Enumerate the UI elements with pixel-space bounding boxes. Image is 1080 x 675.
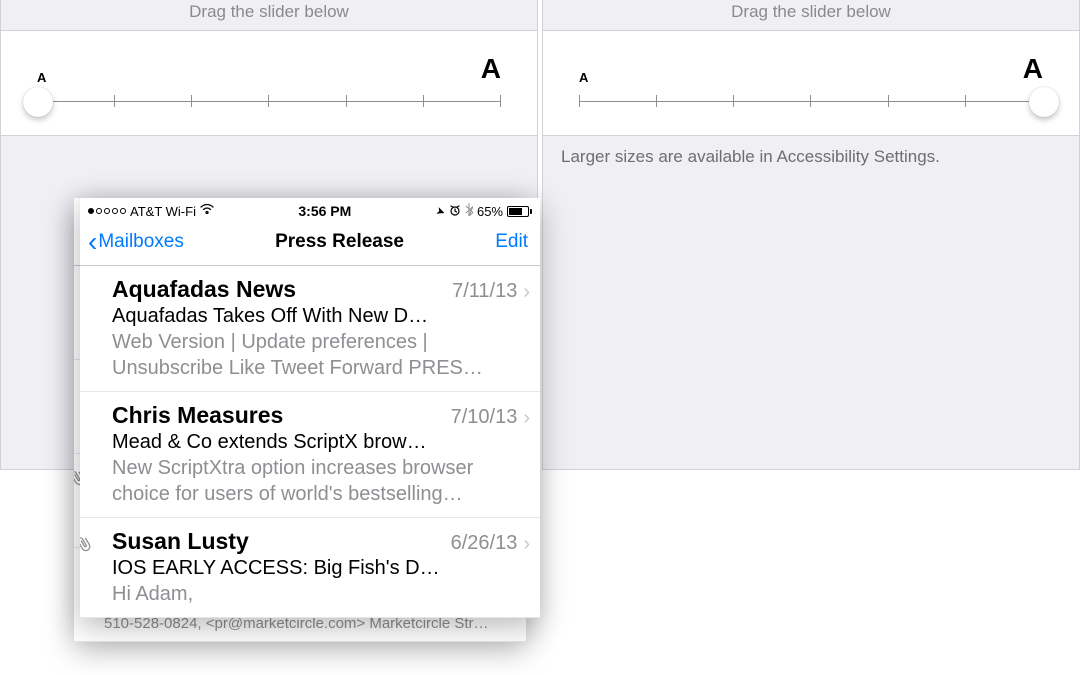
battery-percent: 65% bbox=[477, 204, 503, 219]
mail-sender: Chris Measures bbox=[112, 402, 283, 429]
status-time: 3:56 PM bbox=[298, 203, 351, 219]
mail-preview: New ScriptXtra option increases browser … bbox=[112, 455, 530, 507]
status-bar: AT&T Wi-Fi 3:56 PM ➤ 65% bbox=[80, 198, 540, 221]
attachment-gutter bbox=[86, 528, 112, 607]
slider-label-large: A bbox=[1023, 53, 1043, 85]
accessibility-note: Larger sizes are available in Accessibil… bbox=[543, 136, 1079, 173]
nav-bar: ‹ Mailboxes Press Release Edit bbox=[80, 221, 540, 266]
mail-subject: IOS EARLY ACCESS: Big Fish's D… bbox=[112, 555, 530, 581]
mail-list[interactable]: Aquafadas News7/11/13›Aquafadas Takes Of… bbox=[80, 266, 540, 618]
carrier-label: AT&T Wi-Fi bbox=[130, 204, 196, 219]
settings-instruction: Drag the slider below bbox=[543, 0, 1079, 30]
slider-label-small: A bbox=[579, 70, 588, 85]
settings-instruction: Drag the slider below bbox=[1, 0, 537, 30]
alarm-icon bbox=[449, 204, 461, 219]
chevron-left-icon: ‹ bbox=[88, 232, 97, 252]
text-size-settings-panel: Drag the slider below A A Larger sizes a… bbox=[542, 0, 1080, 470]
chevron-right-icon: › bbox=[523, 282, 530, 302]
text-size-slider-container: A A bbox=[1, 30, 537, 136]
mail-preview: Web Version | Update preferences | Unsub… bbox=[112, 329, 530, 381]
text-size-slider[interactable] bbox=[579, 87, 1043, 117]
mail-app-large-text: AT&T Wi-Fi 3:56 PM ➤ 65% bbox=[80, 198, 540, 618]
attachment-gutter bbox=[86, 276, 112, 381]
mail-preview: Hi Adam, bbox=[112, 581, 530, 607]
attachment-gutter bbox=[86, 402, 112, 507]
mail-subject: Mead & Co extends ScriptX brow… bbox=[112, 429, 530, 455]
mail-date: 6/26/13 bbox=[451, 532, 518, 555]
mail-date: 7/11/13 bbox=[452, 280, 517, 303]
mail-row[interactable]: Aquafadas News 7/11/13 ›Aquafadas Takes Of… bbox=[80, 266, 540, 392]
mail-sender: Aquafadas News bbox=[112, 276, 296, 303]
slider-label-large: A bbox=[481, 53, 501, 85]
mail-date: 7/10/13 bbox=[451, 406, 518, 429]
mail-row[interactable]: Susan Lusty 6/26/13›IOS EARLY ACCESS: Big… bbox=[80, 518, 540, 618]
location-icon: ➤ bbox=[434, 203, 447, 218]
signal-strength-icon bbox=[88, 208, 126, 214]
back-button[interactable]: ‹ Mailboxes bbox=[88, 231, 184, 253]
battery-icon bbox=[507, 206, 532, 217]
edit-button[interactable]: Edit bbox=[495, 231, 528, 253]
slider-knob[interactable] bbox=[1029, 87, 1059, 117]
back-label: Mailboxes bbox=[98, 231, 184, 253]
nav-title: Press Release bbox=[275, 231, 404, 253]
mail-row[interactable]: Chris Measures 7/10/13›Mead & Co extends … bbox=[80, 392, 540, 518]
text-size-slider[interactable] bbox=[37, 87, 501, 117]
slider-knob[interactable] bbox=[23, 87, 53, 117]
bluetooth-icon bbox=[465, 203, 473, 219]
mail-sender: Susan Lusty bbox=[112, 528, 249, 555]
chevron-right-icon: › bbox=[523, 534, 530, 554]
slider-label-small: A bbox=[37, 70, 46, 85]
wifi-icon bbox=[200, 203, 214, 217]
text-size-slider-container: A A bbox=[543, 30, 1079, 136]
mail-subject: Aquafadas Takes Off With New D… bbox=[112, 303, 530, 329]
chevron-right-icon: › bbox=[523, 408, 530, 428]
